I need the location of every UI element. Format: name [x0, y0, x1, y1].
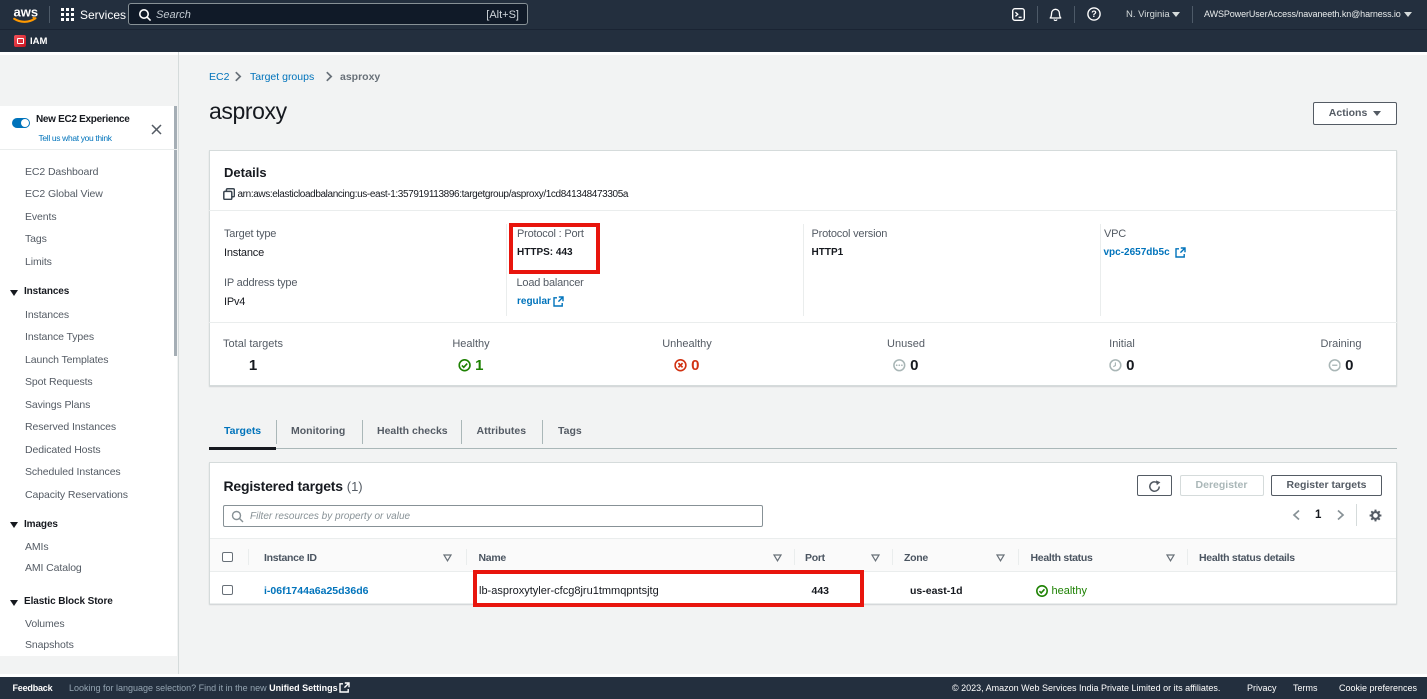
- svg-text:?: ?: [1091, 9, 1097, 19]
